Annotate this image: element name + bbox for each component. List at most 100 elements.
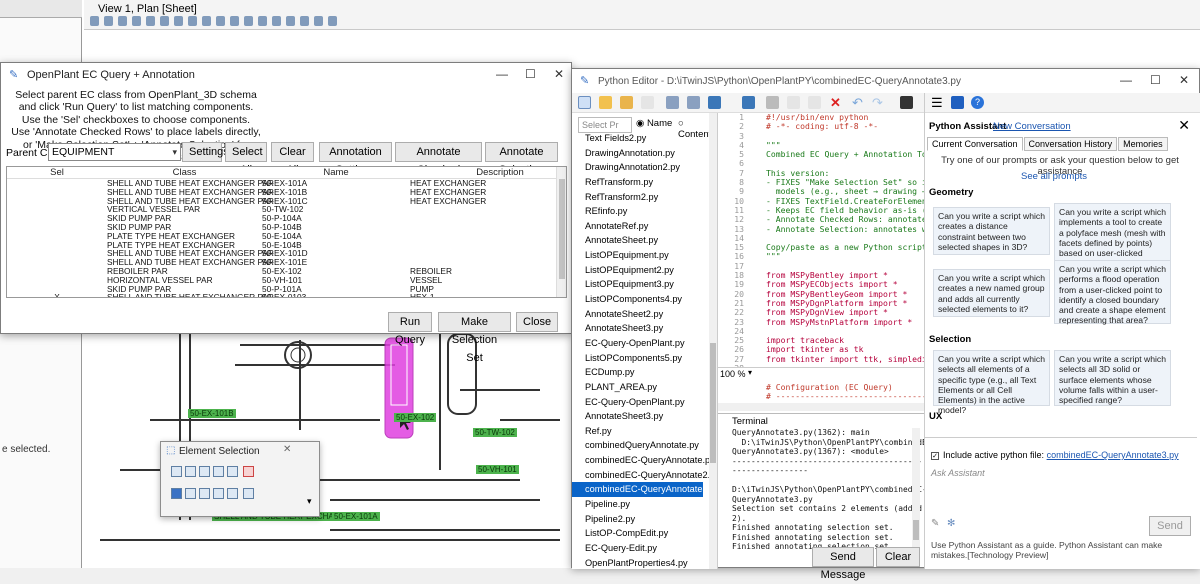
pointer-icon[interactable] bbox=[171, 488, 182, 499]
zoom-level[interactable]: 100 % bbox=[720, 369, 746, 379]
select-all-button[interactable]: Select All bbox=[225, 142, 267, 176]
view-tool-icon[interactable] bbox=[216, 16, 225, 26]
view-tool-icon[interactable] bbox=[132, 16, 141, 26]
ask-assistant-input[interactable]: Ask Assistant bbox=[931, 468, 985, 478]
annotate-checked-rows-button[interactable]: Annotate Checked Rows bbox=[395, 142, 482, 194]
delete-icon[interactable]: ✕ bbox=[830, 96, 843, 109]
python-titlebar[interactable]: ✎ Python Editor - D:\iTwinJS\Python\Open… bbox=[572, 69, 1199, 93]
code-text[interactable]: #!/usr/bin/env python # -*- coding: utf-8… bbox=[766, 113, 924, 401]
sparkle-icon[interactable]: ✻ bbox=[947, 518, 955, 529]
clear-selection-icon[interactable] bbox=[243, 466, 254, 477]
maximize-icon[interactable]: ☐ bbox=[1150, 73, 1161, 87]
close-button[interactable]: Close bbox=[516, 312, 558, 332]
file-list-item[interactable]: ListOP-CompEdit.py bbox=[585, 526, 717, 541]
send-button[interactable]: Send bbox=[1149, 516, 1191, 536]
prompt-card[interactable]: Can you write a script which creates a n… bbox=[933, 269, 1050, 317]
select-circle-icon[interactable] bbox=[213, 466, 224, 477]
new-conversation-link[interactable]: New Conversation bbox=[993, 121, 1071, 132]
close-icon[interactable]: ✕ bbox=[1178, 117, 1190, 134]
view-tool-icon[interactable] bbox=[174, 16, 183, 26]
chevron-down-icon[interactable]: ▾ bbox=[307, 496, 312, 507]
file-list-item[interactable]: ListOPEquipment2.py bbox=[585, 263, 717, 278]
open-recent-icon[interactable] bbox=[620, 96, 633, 109]
include-file-checkbox[interactable]: ✓ bbox=[931, 452, 939, 460]
parent-class-select[interactable]: EQUIPMENT ▾ bbox=[48, 143, 181, 161]
file-list-item[interactable]: AnnotateSheet2.py bbox=[585, 307, 717, 322]
table-row[interactable]: X SHELL AND TUBE HEAT EXCHANGER PAR 50-EX-… bbox=[7, 293, 566, 297]
file-list-item[interactable]: AnnotateSheet3.py bbox=[585, 409, 717, 424]
col-header-description[interactable]: Description bbox=[410, 167, 560, 178]
close-icon[interactable]: ✕ bbox=[1179, 73, 1189, 87]
prompt-card[interactable]: Can you write a script which selects all… bbox=[933, 350, 1050, 415]
python-settings-icon[interactable] bbox=[742, 96, 755, 109]
subtract-icon[interactable] bbox=[199, 488, 210, 499]
table-cell-sel[interactable] bbox=[7, 258, 107, 267]
undo-icon[interactable]: ↶ bbox=[852, 96, 865, 109]
file-list-item[interactable]: EC-Query-OpenPlant.py bbox=[585, 395, 717, 410]
view-tool-icon[interactable] bbox=[258, 16, 267, 26]
assistant-icon[interactable] bbox=[951, 96, 964, 109]
table-cell-sel[interactable] bbox=[7, 197, 107, 206]
view-tool-icon[interactable] bbox=[118, 16, 127, 26]
open-folder-icon[interactable] bbox=[599, 96, 612, 109]
view-tool-icon[interactable] bbox=[188, 16, 197, 26]
file-list-item[interactable]: RefTransform2.py bbox=[585, 190, 717, 205]
annotate-selection-button[interactable]: Annotate Selection bbox=[485, 142, 558, 176]
file-list-item[interactable]: ListOPEquipment3.py bbox=[585, 277, 717, 292]
close-icon[interactable]: ✕ bbox=[283, 444, 291, 455]
settings-button[interactable]: Settings... bbox=[182, 142, 238, 162]
table-cell-sel[interactable] bbox=[7, 267, 107, 276]
file-list-item[interactable]: AnnotateSheet.py bbox=[585, 233, 717, 248]
view-tool-icon[interactable] bbox=[160, 16, 169, 26]
table-cell-sel[interactable] bbox=[7, 179, 107, 188]
send-message-button[interactable]: Send Message bbox=[812, 547, 874, 581]
file-list-item[interactable]: ECDump.py bbox=[585, 365, 717, 380]
redo-icon[interactable]: ↷ bbox=[872, 96, 885, 109]
view-tool-icon[interactable] bbox=[328, 16, 337, 26]
prompt-card[interactable]: Can you write a script which creates a d… bbox=[933, 207, 1050, 255]
file-list-item[interactable]: REfinfo.py bbox=[585, 204, 717, 219]
col-header-sel[interactable]: Sel bbox=[7, 167, 107, 178]
add-icon[interactable] bbox=[185, 488, 196, 499]
select-element-icon[interactable] bbox=[171, 466, 182, 477]
menu-icon[interactable]: ☰ bbox=[931, 96, 943, 109]
prompt-card[interactable]: Can you write a script which selects all… bbox=[1054, 350, 1171, 406]
file-list-item[interactable]: combinedEC-QueryAnnotate3.py bbox=[572, 482, 717, 498]
file-list-item[interactable]: OpenPlantProperties4.py bbox=[585, 556, 717, 569]
table-cell-sel[interactable] bbox=[7, 188, 107, 197]
view-tool-icon[interactable] bbox=[244, 16, 253, 26]
table-cell-sel[interactable] bbox=[7, 249, 107, 258]
save-icon[interactable] bbox=[666, 96, 679, 109]
file-list-item[interactable]: EC-Query-OpenPlant.py bbox=[585, 336, 717, 351]
scroll-thumb[interactable] bbox=[559, 179, 565, 279]
view-tool-icon[interactable] bbox=[146, 16, 155, 26]
file-list-item[interactable]: Pipeline2.py bbox=[585, 512, 717, 527]
select-line-icon[interactable] bbox=[227, 466, 238, 477]
terminal-output[interactable]: QueryAnnotate3.py(1362): main D:\iTwinJS… bbox=[732, 428, 924, 552]
chevron-down-icon[interactable]: ▾ bbox=[748, 368, 752, 377]
view-tool-icon[interactable] bbox=[300, 16, 309, 26]
file-list-item[interactable]: ListOPEquipment.py bbox=[585, 248, 717, 263]
file-list-item[interactable]: DrawingAnnotation2.py bbox=[585, 160, 717, 175]
settings-icon[interactable] bbox=[227, 488, 238, 499]
table-cell-sel[interactable]: X bbox=[7, 293, 107, 297]
python-run-icon[interactable] bbox=[708, 96, 721, 109]
file-list-item[interactable]: EC-Query-Edit.py bbox=[585, 541, 717, 556]
new-file-icon[interactable] bbox=[578, 96, 591, 109]
select-all-icon[interactable] bbox=[243, 488, 254, 499]
code-hscrollbar[interactable] bbox=[718, 403, 924, 411]
file-list-item[interactable]: combinedEC-QueryAnnotate.py bbox=[585, 453, 717, 468]
file-list-item[interactable]: DrawingAnnotation.py bbox=[585, 146, 717, 161]
file-list-item[interactable]: RefTransform.py bbox=[585, 175, 717, 190]
file-list-item[interactable]: Pipeline.py bbox=[585, 497, 717, 512]
tab-current-conversation[interactable]: Current Conversation bbox=[927, 137, 1023, 151]
table-cell-sel[interactable] bbox=[7, 223, 107, 232]
col-header-name[interactable]: Name bbox=[262, 167, 410, 178]
find-icon[interactable] bbox=[900, 96, 913, 109]
results-table[interactable]: Sel Class Name Description SHELL AND TUB… bbox=[6, 166, 567, 298]
file-list-item[interactable]: ListOPComponents4.py bbox=[585, 292, 717, 307]
tab-memories[interactable]: Memories bbox=[1118, 137, 1168, 151]
prompt-card[interactable]: Can you write a script which performs a … bbox=[1054, 260, 1171, 325]
table-cell-sel[interactable] bbox=[7, 241, 107, 250]
view-tool-icon[interactable] bbox=[314, 16, 323, 26]
